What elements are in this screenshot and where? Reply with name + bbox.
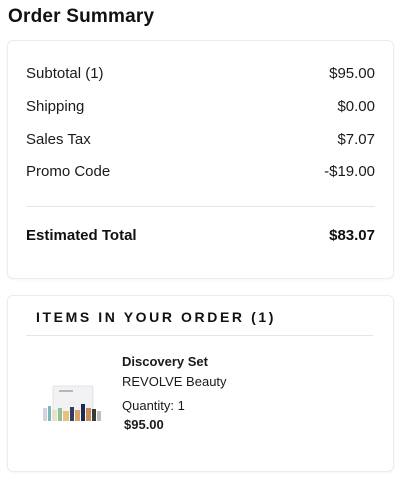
page-title: Order Summary [8, 6, 155, 27]
estimated-total-label: Estimated Total [26, 227, 137, 244]
promo-code-amount: -$19.00 [324, 163, 375, 180]
summary-row-subtotal: Subtotal (1) $95.00 [26, 65, 375, 82]
subtotal-amount: $95.00 [329, 65, 375, 82]
summary-divider [26, 206, 375, 207]
product-name[interactable]: Discovery Set [122, 354, 208, 369]
summary-row-shipping: Shipping $0.00 [26, 98, 375, 115]
summary-row-estimated-total: Estimated Total $83.07 [26, 227, 375, 244]
sales-tax-amount: $7.07 [337, 131, 375, 148]
promo-code-label: Promo Code [26, 163, 111, 180]
subtotal-label: Subtotal (1) [26, 65, 104, 82]
items-heading: ITEMS IN YOUR ORDER (1) [36, 309, 277, 325]
items-divider [26, 335, 373, 336]
summary-row-promo-code: Promo Code -$19.00 [26, 163, 375, 180]
order-summary-card: Subtotal (1) $95.00 Shipping $0.00 Sales… [7, 40, 394, 279]
product-quantity: Quantity: 1 [122, 398, 185, 413]
shipping-label: Shipping [26, 98, 85, 115]
product-price: $95.00 [124, 417, 164, 432]
order-items-card: ITEMS IN YOUR ORDER (1) Discovery Set RE… [7, 295, 394, 472]
shipping-amount: $0.00 [337, 98, 375, 115]
product-thumbnail-image[interactable] [41, 384, 103, 424]
product-brand: REVOLVE Beauty [122, 374, 227, 389]
sales-tax-label: Sales Tax [26, 131, 91, 148]
summary-row-sales-tax: Sales Tax $7.07 [26, 131, 375, 148]
estimated-total-amount: $83.07 [329, 227, 375, 244]
